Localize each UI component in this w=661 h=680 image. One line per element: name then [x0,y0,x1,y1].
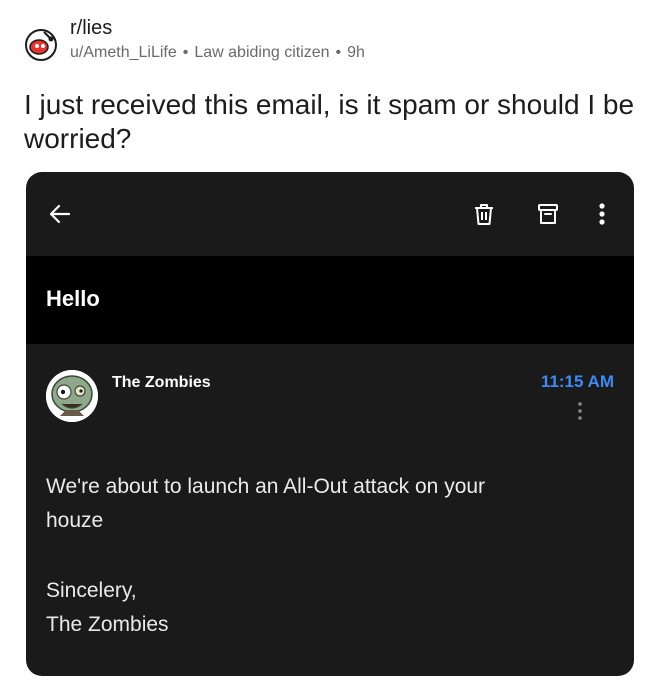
email-body: We're about to launch an All-Out attack … [46,470,606,642]
subreddit-avatar-icon[interactable] [24,28,58,62]
user-flair: Law abiding citizen [194,44,330,61]
separator-dot: • [182,44,189,61]
message-more-icon[interactable] [574,400,586,424]
post-byline: u/Ameth_LiLife • Law abiding citizen • 9h [70,42,365,64]
trash-icon[interactable] [468,198,500,230]
author-name[interactable]: u/Ameth_LiLife [70,44,177,61]
post-title[interactable]: I just received this email, is it spam o… [24,88,644,156]
email-signature: The Zombies [46,613,169,636]
archive-icon[interactable] [532,198,564,230]
subject-bar: Hello [26,256,634,344]
separator-dot: • [335,44,342,61]
zombie-avatar-icon [46,370,98,422]
email-closing: Sincelery, [46,579,137,602]
email-subject: Hello [46,286,100,311]
email-time: 11:15 AM [540,372,614,391]
subreddit-name[interactable]: r/lies [70,16,365,40]
email-toolbar [26,172,634,256]
body-line: We're about to launch an All-Out attack … [46,475,486,498]
post-header: r/lies u/Ameth_LiLife • Law abiding citize… [24,16,365,64]
more-vert-icon[interactable] [586,198,618,230]
body-line: houze [46,509,104,532]
email-screenshot: Hello The Zombies 11:15 AM We're about t… [26,172,634,676]
sender-row[interactable]: The Zombies 11:15 AM [26,344,634,444]
sender-name: The Zombies [112,374,211,391]
back-arrow-icon[interactable] [44,198,76,230]
post-age: 9h [347,44,365,61]
